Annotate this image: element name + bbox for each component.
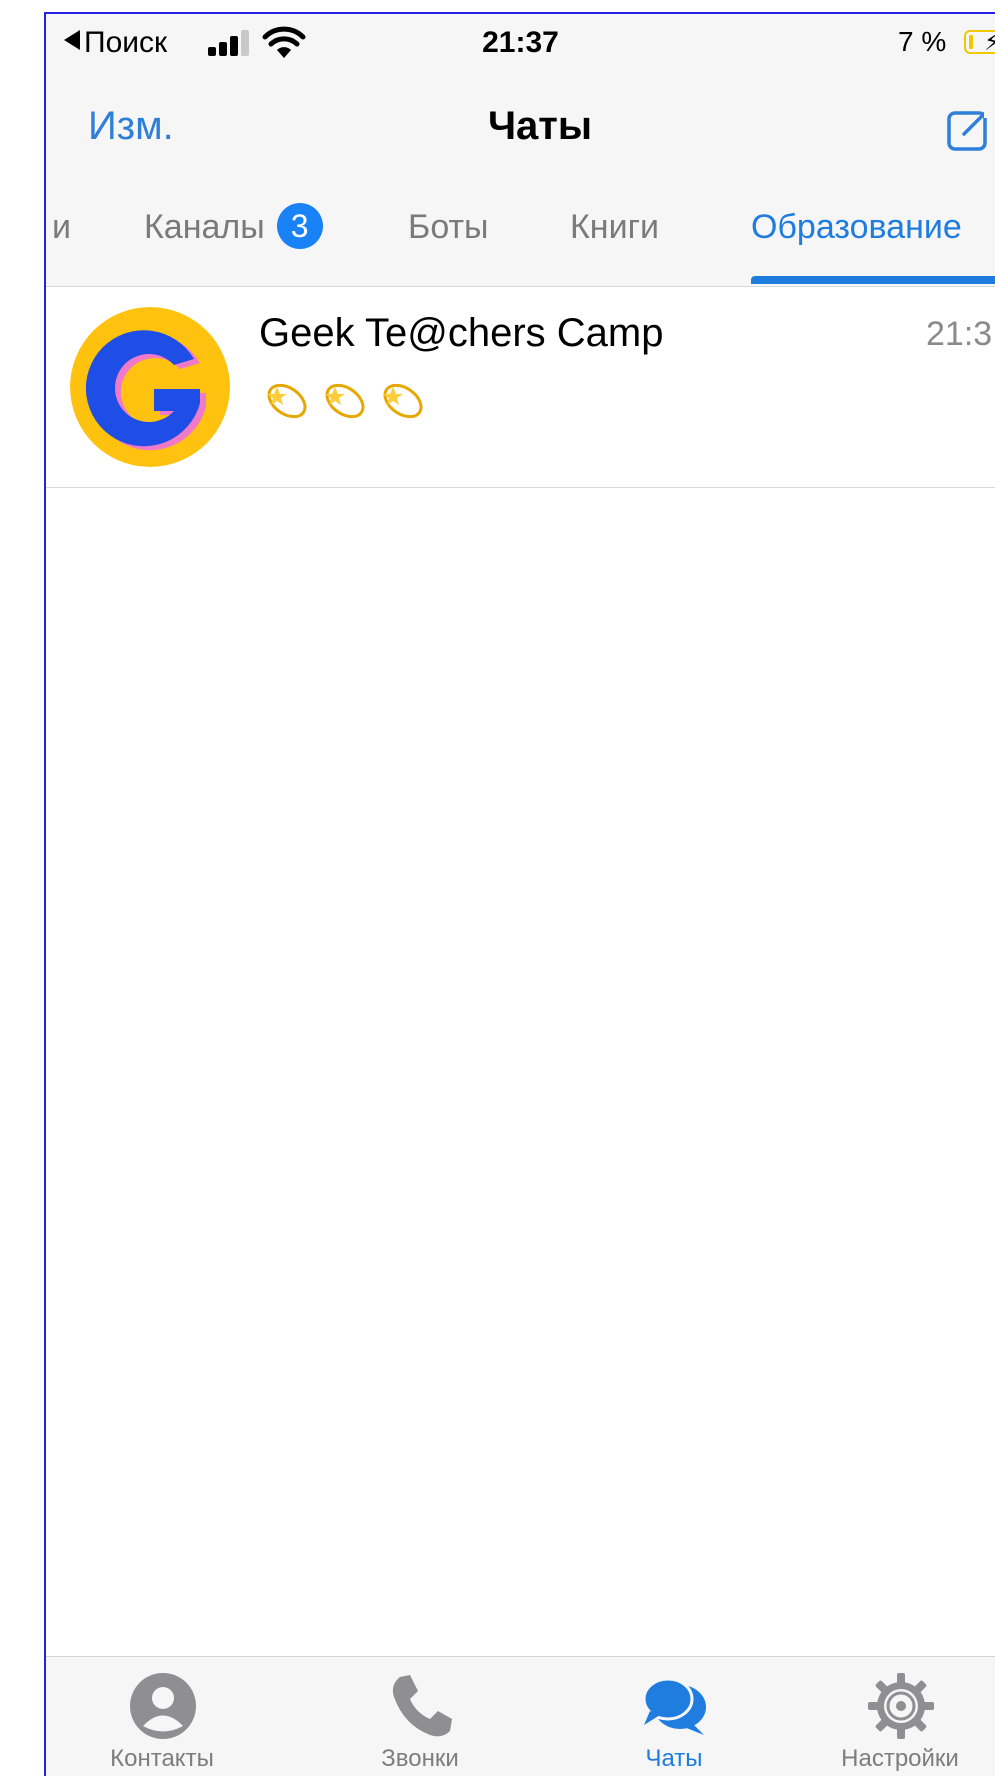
chat-list-item[interactable]: Geek Te@chers Camp 21:3 [46, 287, 995, 487]
battery-icon: ⚡ [964, 29, 995, 56]
page-title: Чаты [487, 104, 593, 148]
tab-channels[interactable]: Каналы 3 [144, 203, 323, 250]
tabbar-label: Настройки [841, 1745, 959, 1772]
status-bar: Поиск 21:37 7 % ⚡ [46, 22, 995, 68]
tab-books[interactable]: Книги [570, 208, 659, 247]
person-circle-icon [130, 1673, 196, 1739]
compose-icon[interactable] [946, 104, 994, 152]
tab-channels-label: Каналы [144, 208, 265, 246]
bottom-tab-bar: Контакты Звонки Чаты Настройки [46, 1656, 995, 1776]
tabbar-calls[interactable]: Звонки [310, 1657, 530, 1776]
tabbar-label: Контакты [110, 1745, 214, 1772]
app-screen: Поиск 21:37 7 % ⚡ Изм. Чаты и Каналы 3 Б… [0, 0, 995, 1776]
chat-avatar [70, 307, 230, 467]
phone-icon [392, 1675, 452, 1737]
chat-bubbles-icon [642, 1677, 706, 1735]
status-time: 21:37 [482, 26, 559, 59]
tabbar-label: Чаты [645, 1745, 703, 1772]
tabbar-label: Звонки [381, 1745, 459, 1772]
unread-badge: 3 [276, 203, 323, 250]
tabbar-contacts[interactable]: Контакты [52, 1657, 272, 1776]
tab-bots[interactable]: Боты [408, 208, 488, 247]
active-tab-indicator [751, 276, 995, 284]
tabbar-chats[interactable]: Чаты [564, 1657, 784, 1776]
gear-icon [868, 1673, 934, 1739]
battery-percent: 7 % [898, 26, 947, 57]
frame-border [44, 12, 46, 1776]
frame-border [44, 12, 995, 14]
chat-time: 21:3 [926, 315, 993, 353]
folder-tabs: и Каналы 3 Боты Книги Образование [46, 200, 995, 286]
dizzy-star-emoji-icon [267, 383, 423, 419]
chat-name: Geek Te@chers Camp [259, 311, 664, 355]
chat-preview [259, 375, 429, 425]
tabbar-settings[interactable]: Настройки [790, 1657, 995, 1776]
divider [46, 487, 995, 488]
tab-partial[interactable]: и [52, 208, 71, 247]
tab-education[interactable]: Образование [751, 208, 962, 247]
